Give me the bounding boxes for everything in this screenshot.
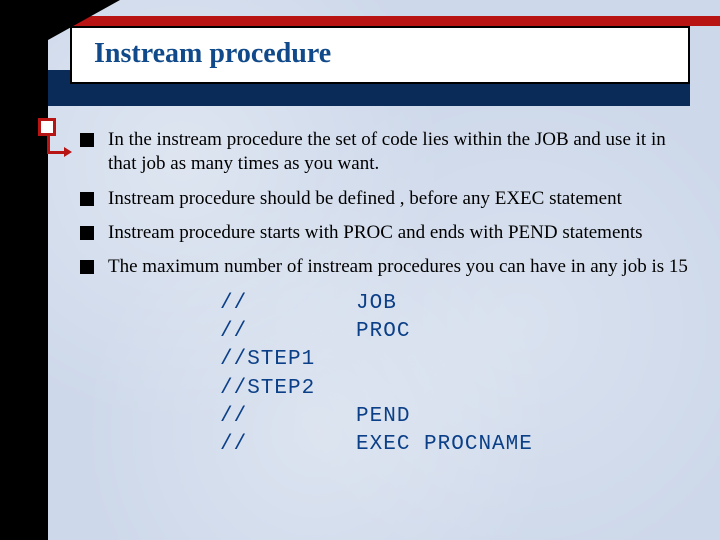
square-bullet-icon <box>80 226 94 240</box>
square-bullet-icon <box>80 192 94 206</box>
bullet-item: The maximum number of instream procedure… <box>80 255 696 279</box>
code-block: // JOB // PROC //STEP1 //STEP2 // PEND /… <box>220 290 696 460</box>
bullet-item: Instream procedure starts with PROC and … <box>80 221 696 245</box>
title-block: Instream procedure <box>70 26 690 84</box>
bullet-text: In the instream procedure the set of cod… <box>108 128 696 177</box>
slide-title: Instream procedure <box>94 38 666 70</box>
title-box: Instream procedure <box>70 26 690 84</box>
bullet-text: Instream procedure should be defined , b… <box>108 187 622 211</box>
bullet-text: The maximum number of instream procedure… <box>108 255 688 279</box>
bullet-item: In the instream procedure the set of cod… <box>80 128 696 177</box>
square-bullet-icon <box>80 260 94 274</box>
square-bullet-icon <box>80 133 94 147</box>
bullet-item: Instream procedure should be defined , b… <box>80 187 696 211</box>
bullet-text: Instream procedure starts with PROC and … <box>108 221 643 245</box>
top-red-bar <box>0 16 720 26</box>
left-black-band <box>0 0 48 540</box>
slide-content: In the instream procedure the set of cod… <box>80 128 696 460</box>
